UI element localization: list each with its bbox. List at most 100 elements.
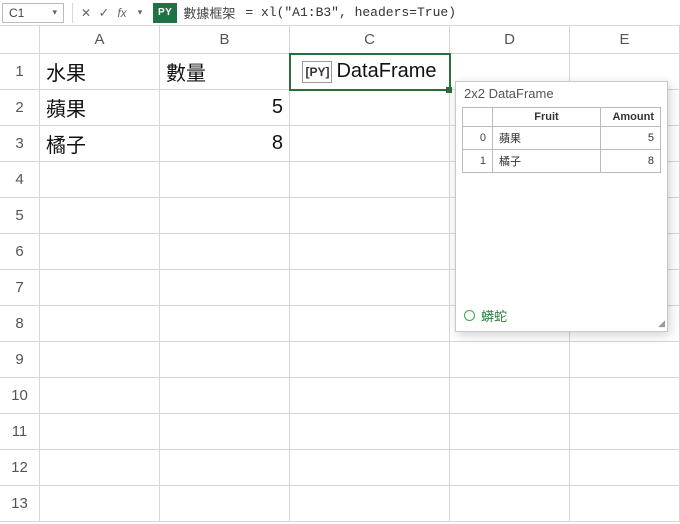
cell[interactable] xyxy=(40,414,160,450)
name-box[interactable]: C1 ▾ xyxy=(2,3,64,23)
formula-bar: C1 ▾ ✕ ✓ fx ▾ PY 數據框架 = xl("A1:B3", head… xyxy=(0,0,680,26)
cell[interactable] xyxy=(160,450,290,486)
cell[interactable] xyxy=(160,342,290,378)
cancel-icon[interactable]: ✕ xyxy=(77,6,95,20)
cell[interactable] xyxy=(290,450,450,486)
cell-B1[interactable]: 數量 xyxy=(160,54,290,90)
column-header[interactable]: A xyxy=(40,26,160,54)
row-header[interactable]: 5 xyxy=(0,198,40,234)
cell[interactable] xyxy=(40,306,160,342)
card-td-index: 0 xyxy=(463,127,493,150)
cell[interactable] xyxy=(290,342,450,378)
cell-A3[interactable]: 橘子 xyxy=(40,126,160,162)
chevron-down-icon[interactable]: ▾ xyxy=(131,7,149,18)
python-badge-py: PY xyxy=(158,7,172,18)
select-all-corner[interactable] xyxy=(0,26,40,54)
row-header[interactable]: 13 xyxy=(0,486,40,522)
cell[interactable] xyxy=(450,414,570,450)
cell[interactable] xyxy=(40,234,160,270)
card-td-fruit: 橘子 xyxy=(493,150,601,173)
grid-row: 12 xyxy=(0,450,680,486)
py-chip-icon: [PY] xyxy=(302,61,332,83)
python-badge: PY xyxy=(153,3,177,23)
row-header[interactable]: 2 xyxy=(0,90,40,126)
cell-A1[interactable]: 水果 xyxy=(40,54,160,90)
row-header[interactable]: 11 xyxy=(0,414,40,450)
cell[interactable] xyxy=(290,378,450,414)
cell[interactable] xyxy=(570,378,680,414)
cell[interactable] xyxy=(40,486,160,522)
row-header[interactable]: 3 xyxy=(0,126,40,162)
row-header[interactable]: 12 xyxy=(0,450,40,486)
resize-grip-icon[interactable]: ◢ xyxy=(658,318,665,329)
cell[interactable] xyxy=(40,342,160,378)
cell[interactable] xyxy=(40,450,160,486)
grid-row: 11 xyxy=(0,414,680,450)
cell-C2[interactable] xyxy=(290,90,450,126)
cell-C1-text: DataFrame xyxy=(336,60,436,83)
row-header[interactable]: 7 xyxy=(0,270,40,306)
cell[interactable] xyxy=(570,414,680,450)
column-header[interactable]: C xyxy=(290,26,450,54)
cell[interactable] xyxy=(450,450,570,486)
cell[interactable] xyxy=(40,198,160,234)
row-header[interactable]: 6 xyxy=(0,234,40,270)
row-header[interactable]: 10 xyxy=(0,378,40,414)
card-footer: 蟒蛇 xyxy=(456,300,667,331)
cell[interactable] xyxy=(450,342,570,378)
cell[interactable] xyxy=(290,306,450,342)
accept-icon[interactable]: ✓ xyxy=(95,5,113,21)
cell-C1[interactable]: [PY] DataFrame xyxy=(290,54,450,90)
card-th-fruit: Fruit xyxy=(493,108,601,127)
column-header[interactable]: D xyxy=(450,26,570,54)
row-header[interactable]: 9 xyxy=(0,342,40,378)
column-header[interactable]: E xyxy=(570,26,680,54)
cell[interactable] xyxy=(290,486,450,522)
formula-input[interactable]: = xl("A1:B3", headers=True) xyxy=(235,5,680,20)
cell[interactable] xyxy=(160,486,290,522)
card-table-row: 0 蘋果 5 xyxy=(463,127,661,150)
spreadsheet-grid[interactable]: A B C D E 1 水果 數量 [PY] DataFrame 2 蘋果 5 … xyxy=(0,26,680,524)
cell[interactable] xyxy=(290,162,450,198)
cell-B3[interactable]: 8 xyxy=(160,126,290,162)
cell[interactable] xyxy=(570,450,680,486)
card-th-amount: Amount xyxy=(601,108,661,127)
card-table-header-row: Fruit Amount xyxy=(463,108,661,127)
card-td-amount: 8 xyxy=(601,150,661,173)
cell[interactable] xyxy=(160,378,290,414)
cell[interactable] xyxy=(570,486,680,522)
row-header[interactable]: 8 xyxy=(0,306,40,342)
chevron-down-icon[interactable]: ▾ xyxy=(52,7,57,18)
row-header[interactable]: 4 xyxy=(0,162,40,198)
cell[interactable] xyxy=(290,414,450,450)
card-td-amount: 5 xyxy=(601,127,661,150)
column-header[interactable]: B xyxy=(160,26,290,54)
card-footer-text: 蟒蛇 xyxy=(481,306,507,325)
formula-text: = xl("A1:B3", headers=True) xyxy=(245,5,456,20)
cell[interactable] xyxy=(40,378,160,414)
cell[interactable] xyxy=(40,270,160,306)
cell[interactable] xyxy=(160,234,290,270)
cell[interactable] xyxy=(160,306,290,342)
card-title: 2x2 DataFrame xyxy=(456,82,667,107)
cell-A2[interactable]: 蘋果 xyxy=(40,90,160,126)
cell[interactable] xyxy=(450,486,570,522)
cell[interactable] xyxy=(160,414,290,450)
cell-C3[interactable] xyxy=(290,126,450,162)
cell[interactable] xyxy=(40,162,160,198)
cell-B2[interactable]: 5 xyxy=(160,90,290,126)
cell[interactable] xyxy=(160,162,290,198)
cell[interactable] xyxy=(450,378,570,414)
cell[interactable] xyxy=(290,234,450,270)
cell[interactable] xyxy=(160,198,290,234)
cell[interactable] xyxy=(160,270,290,306)
cell[interactable] xyxy=(570,342,680,378)
fx-icon[interactable]: fx xyxy=(113,6,131,20)
row-header[interactable]: 1 xyxy=(0,54,40,90)
card-table: Fruit Amount 0 蘋果 5 1 橘子 8 xyxy=(462,107,661,173)
cell[interactable] xyxy=(290,270,450,306)
fill-handle[interactable] xyxy=(446,87,452,93)
card-td-fruit: 蘋果 xyxy=(493,127,601,150)
name-box-text: C1 xyxy=(9,6,24,20)
cell[interactable] xyxy=(290,198,450,234)
